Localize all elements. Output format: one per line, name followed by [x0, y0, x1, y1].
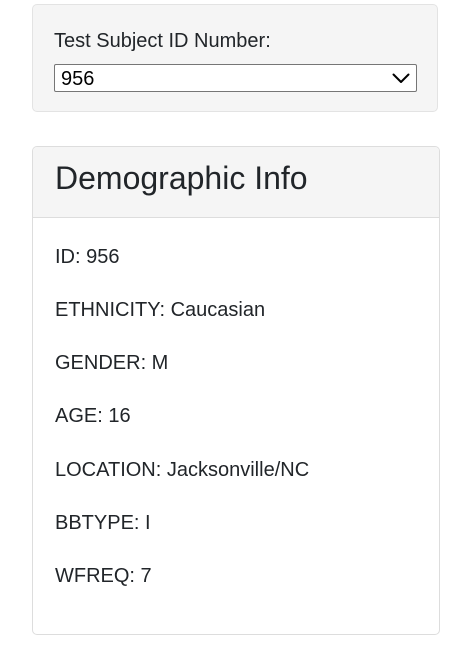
subject-id-label: Test Subject ID Number:	[54, 30, 271, 52]
info-line-bbtype: BBTYPE: I	[55, 512, 151, 534]
info-line-wfreq: WFREQ: 7	[55, 565, 152, 587]
demographic-info-panel: Demographic Info ID: 956 ETHNICITY: Cauc…	[32, 146, 440, 635]
panel-title: Demographic Info	[55, 160, 308, 196]
panel-heading: Demographic Info	[33, 147, 439, 218]
info-line-gender: GENDER: M	[55, 352, 169, 374]
info-line-ethnicity: ETHNICITY: Caucasian	[55, 299, 266, 321]
info-line-id: ID: 956	[55, 246, 120, 268]
subject-id-select[interactable]: 956	[54, 64, 417, 92]
info-line-location: LOCATION: Jacksonville/NC	[55, 459, 310, 481]
subject-id-selected-value: 956	[61, 68, 95, 90]
chevron-down-icon	[392, 73, 410, 83]
info-line-age: AGE: 16	[55, 405, 131, 427]
subject-selector-well: Test Subject ID Number: 956	[32, 4, 438, 112]
